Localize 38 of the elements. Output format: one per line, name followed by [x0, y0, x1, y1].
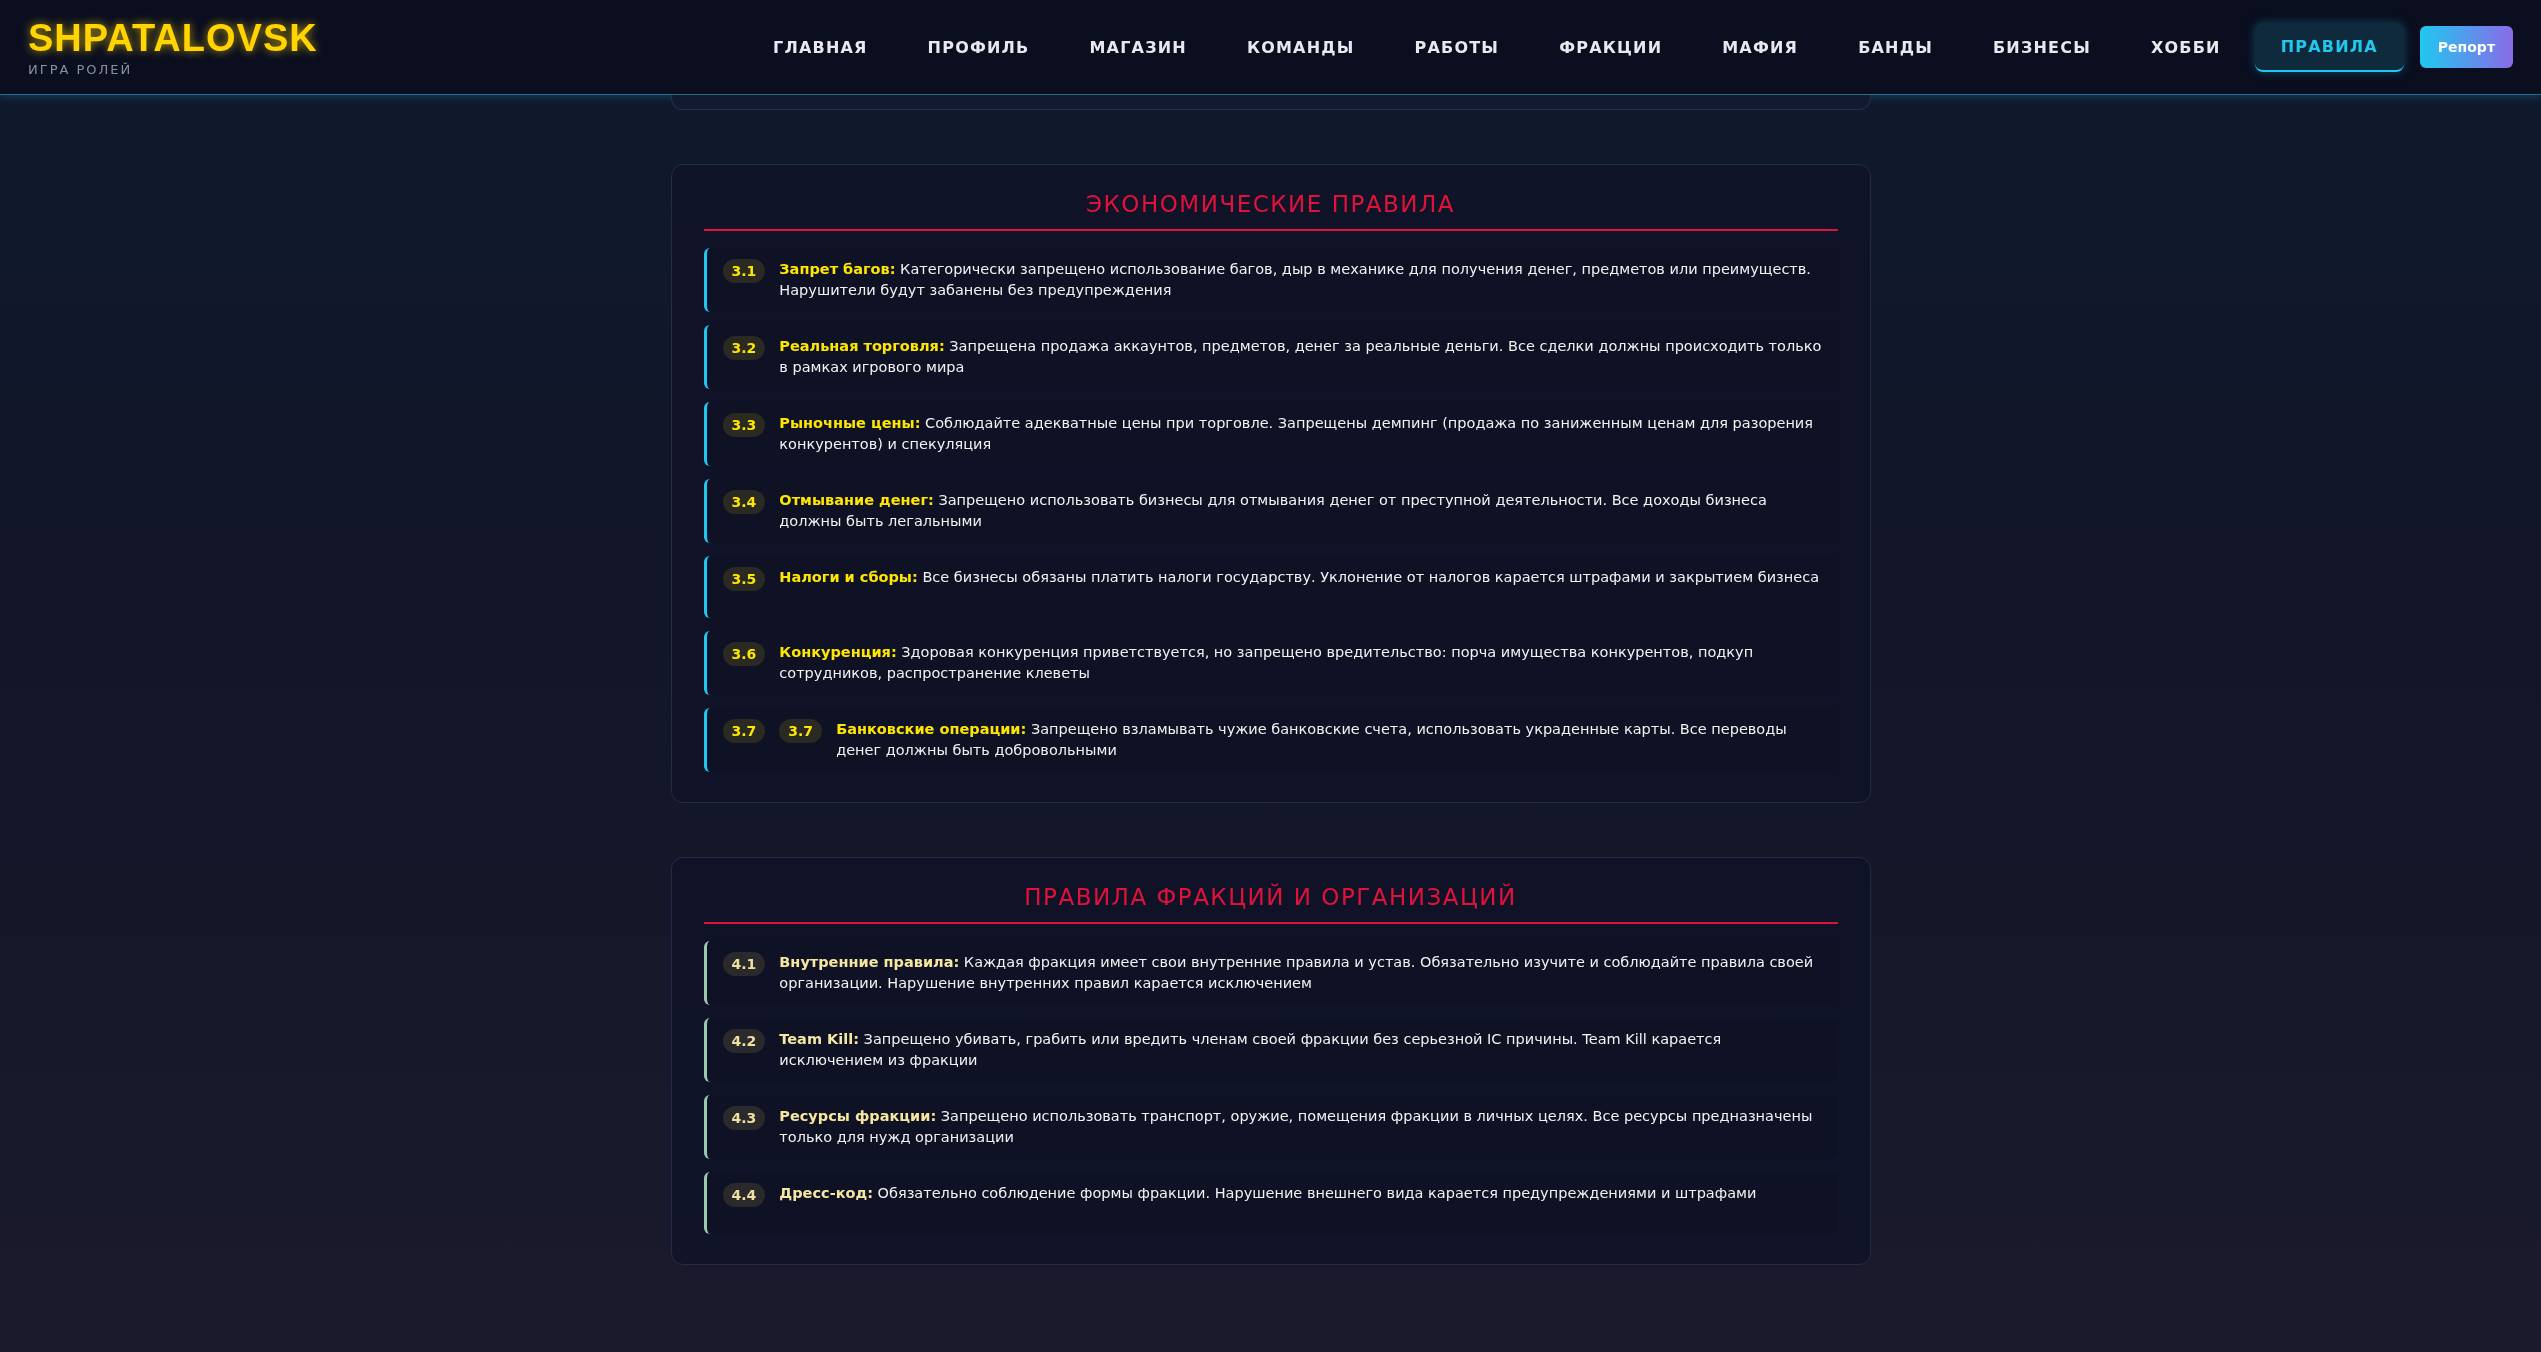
rule-number-badge: 4.4	[722, 1183, 766, 1207]
section-title: ЭКОНОМИЧЕСКИЕ ПРАВИЛА	[703, 191, 1838, 231]
nav-link[interactable]: ФРАКЦИИ	[1533, 23, 1689, 71]
rule-number-badge: 3.1	[722, 259, 766, 283]
rule-number-badge: 3.4	[722, 490, 766, 514]
nav-link[interactable]: МАФИЯ	[1696, 23, 1825, 71]
nav-link[interactable]: РАБОТЫ	[1388, 23, 1526, 71]
rule-text: Запрет багов: Категорически запрещено использование багов, дыр в механике для получения денег, предметов или преимуществ. Нарушители будут забанены без предупреждения	[779, 260, 1812, 300]
logo-subtitle: ИГРА РОЛЕЙ	[28, 62, 134, 77]
nav-link[interactable]: ХОББИ	[2124, 23, 2247, 71]
nav-link[interactable]: БИЗНЕСЫ	[1966, 23, 2117, 71]
rule-text: Ресурсы фракции: Запрещено использовать транспорт, оружие, помещения фракции в личных целях. Все ресурсы предназначены только для нужд организации	[779, 1107, 1814, 1147]
rule-text: Отмывание денег: Запрещено использовать бизнесы для отмывания денег от преступной деятельности. Все доходы бизнеса должны быть легальными	[779, 491, 1768, 531]
rule-number-badge: 4.1	[722, 952, 766, 976]
rule-number-badge: 3.6	[722, 642, 766, 666]
rule-text: Конкуренция: Здоровая конкуренция приветствуется, но запрещено вредительство: порча имущества конкурентов, подкуп сотрудников, распространение клеветы	[779, 643, 1755, 683]
rule-text: Налоги и сборы: Все бизнесы обязаны платить налоги государству. Уклонение от налогов карается штрафами и закрытием бизнеса	[779, 568, 1820, 587]
rule-number-badge: 4.2	[722, 1029, 766, 1053]
rule-number-badge: 3.2	[722, 336, 766, 360]
section-title: ПРАВИЛА ФРАКЦИЙ И ОРГАНИЗАЦИЙ	[703, 884, 1838, 924]
rule-number-badge: 3.3	[722, 413, 766, 437]
rule-text: Дресс-код: Обязательно соблюдение формы фракции. Нарушение внешнего вида карается предупреждениями и штрафами	[779, 1184, 1757, 1203]
rule-number-badge: 3.5	[722, 567, 766, 591]
logo-text[interactable]: SHPATALOVSK	[28, 17, 318, 60]
rule-text: Реальная торговля: Запрещена продажа аккаунтов, предметов, денег за реальные деньги. Все сделки должны происходить только в рамках игрового мира	[779, 337, 1822, 377]
rule-text: Внутренние правила: Каждая фракция имеет свои внутренние правила и устав. Обязательно изучите и соблюдайте правила своей организации. Нарушение внутренних правил карается исключением	[779, 953, 1815, 993]
nav-link[interactable]: ПРАВИЛА	[2254, 22, 2404, 72]
nav-link[interactable]: МАГАЗИН	[1063, 23, 1213, 71]
nav-link[interactable]: ПРОФИЛЬ	[901, 23, 1056, 71]
rule-text: Банковские операции: Запрещено взламывать чужие банковские счета, использовать украденные карты. Все переводы денег должны быть добровольными	[836, 720, 1788, 760]
rule-number-badge: 4.3	[722, 1106, 766, 1130]
rule-text: Team Kill: Запрещено убивать, грабить или вредить членам своей фракции без серьезной IC причины. Team Kill карается исключением из фракции	[779, 1030, 1723, 1070]
nav-link[interactable]: КОМАНДЫ	[1220, 23, 1381, 71]
rule-number-badge: 3.7	[722, 719, 766, 743]
nav-link[interactable]: БАНДЫ	[1832, 23, 1959, 71]
rule-number-badge: 3.7	[779, 719, 823, 743]
nav-link[interactable]: ГЛАВНАЯ	[747, 23, 894, 71]
rule-text: Рыночные цены: Соблюдайте адекватные цены при торговле. Запрещены демпинг (продажа по заниженным ценам для разорения конкурентов) и спекуляция	[779, 414, 1815, 454]
